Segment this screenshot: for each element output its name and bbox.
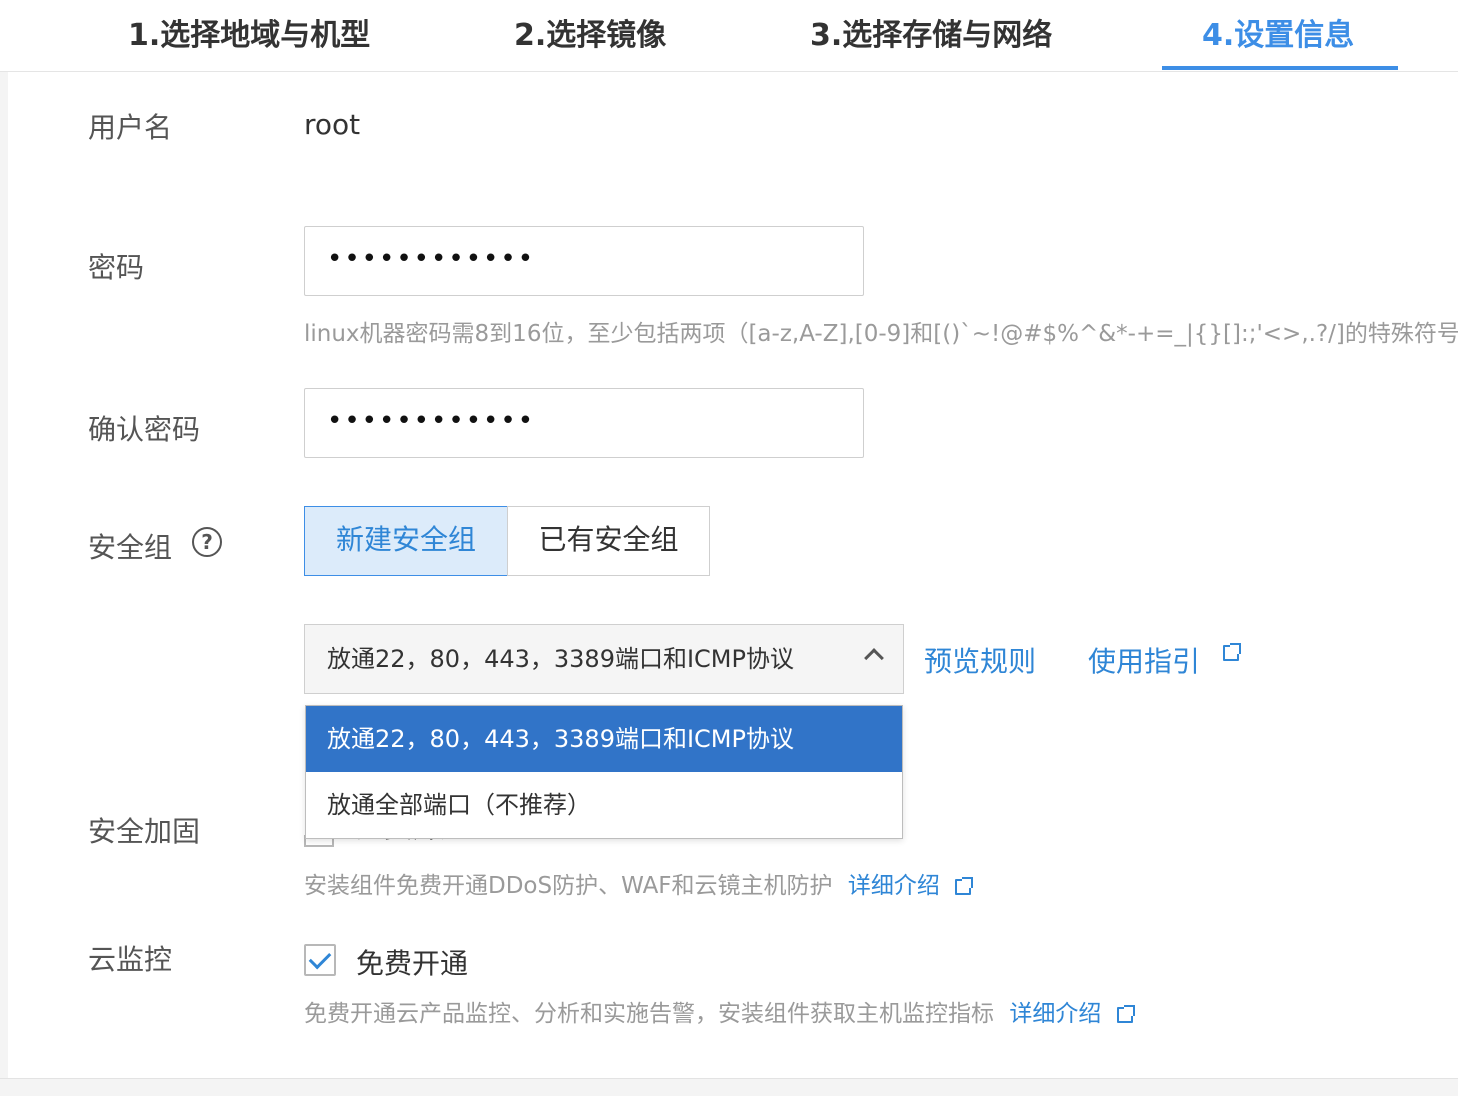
step-tabs: 1.选择地域与机型 2.选择镜像 3.选择存储与网络 4.设置信息 <box>0 0 1458 72</box>
confirm-password-input[interactable]: •••••••••••• <box>304 388 864 458</box>
external-link-icon <box>1222 643 1241 661</box>
preview-rules-link[interactable]: 预览规则 <box>924 640 1036 680</box>
tab-select-region-instance[interactable]: 1.选择地域与机型 <box>128 10 370 54</box>
password-input[interactable]: •••••••••••• <box>304 226 864 296</box>
cloud-monitor-hint: 免费开通云产品监控、分析和实施告警，安装组件获取主机监控指标 <box>304 1001 994 1027</box>
security-group-label: 安全组 <box>88 531 173 564</box>
cloud-monitor-checkbox-label[interactable]: 免费开通 <box>356 942 468 982</box>
cloud-monitor-hint-row: 免费开通云产品监控、分析和实施告警，安装组件获取主机监控指标 详细介绍 <box>304 994 1135 1028</box>
left-gutter <box>0 72 8 1078</box>
dropdown-option-selected[interactable]: 放通22，80，443，3389端口和ICMP协议 <box>306 706 902 772</box>
security-hardening-label: 安全加固 <box>88 815 201 848</box>
confirm-password-label: 确认密码 <box>88 413 201 446</box>
new-security-group-toggle[interactable]: 新建安全组 <box>304 506 508 576</box>
password-hint: linux机器密码需8到16位，至少包括两项（[a-z,A-Z],[0-9]和[… <box>304 321 1458 347</box>
footer-divider <box>0 1078 1458 1096</box>
tab-select-storage-network[interactable]: 3.选择存储与网络 <box>810 10 1052 54</box>
cloud-monitor-label: 云监控 <box>88 943 173 976</box>
username-label: 用户名 <box>88 111 173 144</box>
security-group-select-value: 放通22，80，443，3389端口和ICMP协议 <box>327 645 794 673</box>
security-group-dropdown: 放通22，80，443，3389端口和ICMP协议 放通全部端口（不推荐） <box>305 705 903 839</box>
cloud-monitor-detail-link[interactable]: 详细介绍 <box>1009 1001 1101 1027</box>
active-tab-indicator <box>1162 66 1398 70</box>
security-hardening-hint-row: 安装组件免费开通DDoS防护、WAF和云镜主机防护 详细介绍 <box>304 866 974 900</box>
username-value: root <box>304 108 361 141</box>
security-group-select[interactable]: 放通22，80，443，3389端口和ICMP协议 <box>304 624 904 694</box>
tab-set-info[interactable]: 4.设置信息 <box>1202 10 1354 54</box>
usage-guide-label: 使用指引 <box>1088 645 1201 678</box>
password-label: 密码 <box>88 251 145 284</box>
tab-select-image[interactable]: 2.选择镜像 <box>514 10 666 54</box>
existing-security-group-toggle[interactable]: 已有安全组 <box>507 506 710 576</box>
usage-guide-link[interactable]: 使用指引 <box>1088 640 1241 680</box>
cloud-monitor-checkbox[interactable] <box>304 944 336 976</box>
external-link-icon[interactable] <box>955 876 974 895</box>
external-link-icon[interactable] <box>1116 1004 1135 1023</box>
security-hardening-detail-link[interactable]: 详细介绍 <box>848 873 940 899</box>
security-hardening-hint: 安装组件免费开通DDoS防护、WAF和云镜主机防护 <box>304 873 833 899</box>
chevron-up-icon <box>864 648 884 668</box>
question-circle-icon[interactable]: ? <box>192 527 222 557</box>
dropdown-option[interactable]: 放通全部端口（不推荐） <box>306 772 902 838</box>
